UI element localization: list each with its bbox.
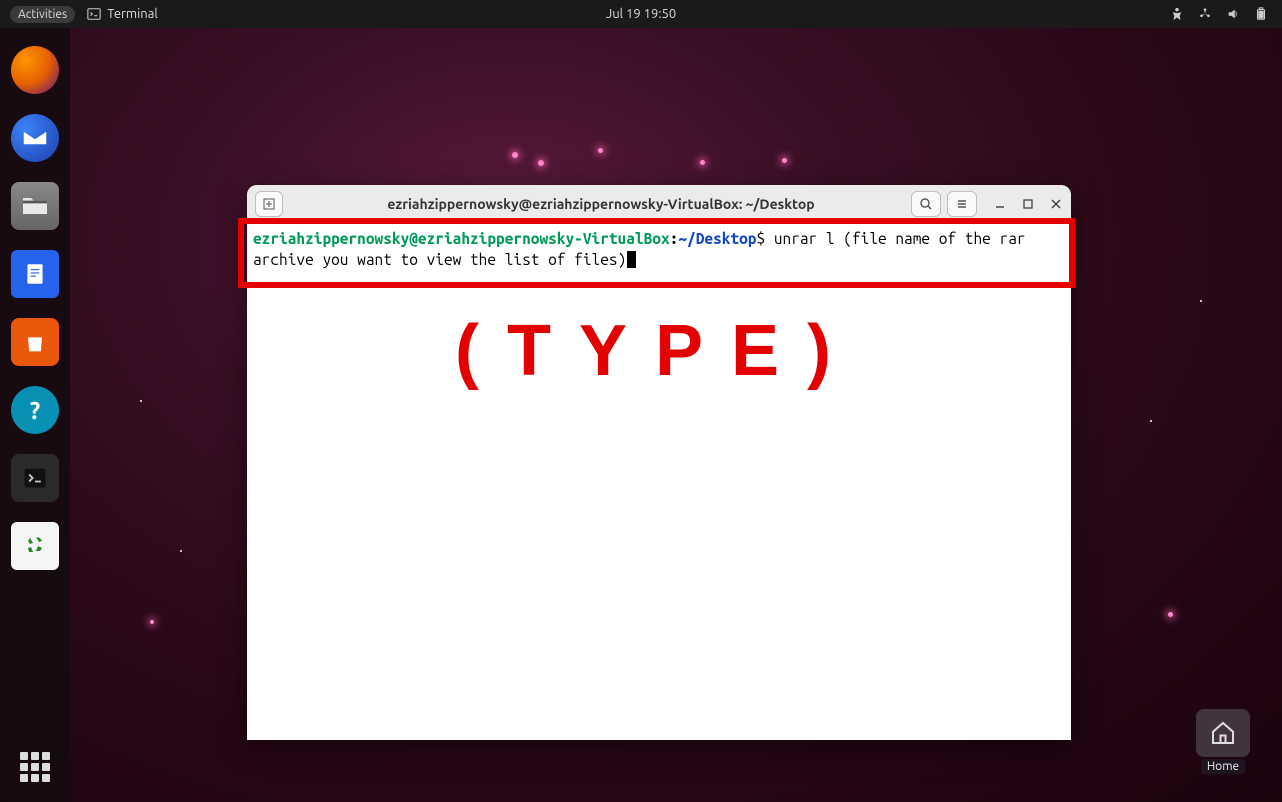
topbar-active-app[interactable]: Terminal <box>87 7 158 21</box>
prompt-dollar: $ <box>756 230 765 247</box>
annotation-type-label: (TYPE) <box>455 310 859 392</box>
folder-icon <box>19 190 51 222</box>
wallpaper-star <box>1168 612 1173 617</box>
dock: ? <box>0 28 70 802</box>
new-tab-icon <box>262 197 276 211</box>
activities-button[interactable]: Activities <box>10 6 75 23</box>
wallpaper-star <box>1200 300 1202 302</box>
maximize-button[interactable] <box>1021 197 1035 211</box>
thunderbird-icon <box>20 123 50 153</box>
dock-software[interactable] <box>11 318 59 366</box>
dock-firefox[interactable] <box>11 46 59 94</box>
terminal-app-icon <box>21 464 49 492</box>
wallpaper-star <box>538 160 544 166</box>
desktop-home-folder[interactable]: Home <box>1196 709 1250 774</box>
dock-help[interactable]: ? <box>11 386 59 434</box>
dock-files[interactable] <box>11 182 59 230</box>
close-icon <box>1050 198 1062 210</box>
show-applications[interactable] <box>20 752 50 782</box>
hamburger-icon <box>955 197 969 211</box>
wallpaper-star <box>598 148 603 153</box>
terminal-window: ezriahzippernowsky@ezriahzippernowsky-Vi… <box>247 185 1071 740</box>
wallpaper-star <box>1150 420 1152 422</box>
top-bar: Activities Terminal Jul 19 19:50 <box>0 0 1282 28</box>
dock-thunderbird[interactable] <box>11 114 59 162</box>
desktop-home-label: Home <box>1201 759 1245 774</box>
prompt-path: ~/Desktop <box>678 230 756 247</box>
prompt-user-host: ezriahzippernowsky@ezriahzippernowsky-Vi… <box>253 230 670 247</box>
topbar-app-name: Terminal <box>107 7 158 21</box>
terminal-title: ezriahzippernowsky@ezriahzippernowsky-Vi… <box>291 196 911 212</box>
volume-icon[interactable] <box>1226 7 1240 21</box>
topbar-datetime[interactable]: Jul 19 19:50 <box>606 7 676 21</box>
battery-icon[interactable] <box>1254 7 1268 21</box>
menu-button[interactable] <box>947 191 977 217</box>
help-glyph: ? <box>30 397 41 424</box>
maximize-icon <box>1022 198 1034 210</box>
terminal-body[interactable]: ezriahzippernowsky@ezriahzippernowsky-Vi… <box>247 223 1071 740</box>
wallpaper-star <box>140 400 142 402</box>
network-icon[interactable] <box>1198 7 1212 21</box>
cursor <box>627 251 636 268</box>
search-button[interactable] <box>911 191 941 217</box>
dock-trash[interactable] <box>11 522 59 570</box>
recycle-icon <box>23 534 47 558</box>
shopping-bag-icon <box>21 328 49 356</box>
wallpaper-star <box>150 620 154 624</box>
home-icon <box>1208 718 1238 748</box>
wallpaper-star <box>512 152 518 158</box>
close-button[interactable] <box>1049 197 1063 211</box>
minimize-icon <box>994 198 1006 210</box>
minimize-button[interactable] <box>993 197 1007 211</box>
wallpaper-star <box>700 160 705 165</box>
dock-terminal[interactable] <box>11 454 59 502</box>
wallpaper-star <box>782 158 787 163</box>
wallpaper-star <box>180 550 182 552</box>
dock-writer[interactable] <box>11 250 59 298</box>
terminal-icon <box>87 7 101 21</box>
terminal-titlebar[interactable]: ezriahzippernowsky@ezriahzippernowsky-Vi… <box>247 185 1071 223</box>
new-tab-button[interactable] <box>255 191 283 217</box>
search-icon <box>919 197 933 211</box>
document-icon <box>22 261 48 287</box>
accessibility-icon[interactable] <box>1170 7 1184 21</box>
